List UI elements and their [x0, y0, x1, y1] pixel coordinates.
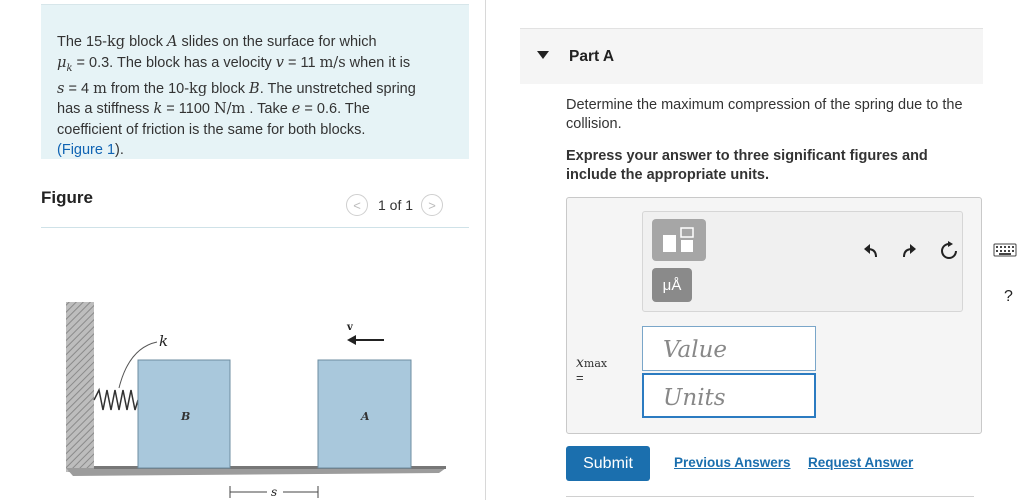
redo-button[interactable] — [899, 241, 919, 261]
keyboard-button[interactable] — [992, 242, 1018, 258]
chevron-right-icon: > — [428, 197, 436, 213]
collapse-caret-icon — [537, 51, 549, 59]
problem-text: The 15-kg block A slides on the surface … — [57, 34, 416, 159]
units-symbol-button[interactable]: μÅ — [652, 268, 692, 302]
units-input[interactable]: Units — [642, 373, 816, 418]
chevron-left-icon: < — [353, 197, 361, 213]
prev-figure-button[interactable]: < — [346, 194, 368, 216]
figure-separator — [41, 227, 469, 228]
undo-button[interactable] — [861, 241, 881, 261]
velocity-arrow-head — [347, 335, 356, 345]
undo-icon — [864, 244, 877, 258]
section-bottom-border — [566, 496, 974, 497]
reset-button[interactable] — [938, 240, 960, 262]
submit-button[interactable]: Submit — [566, 446, 650, 481]
mu-angstrom-icon: μÅ — [662, 276, 682, 294]
help-button[interactable]: ? — [1004, 288, 1013, 306]
part-a-header[interactable]: Part A — [520, 28, 983, 84]
spring — [93, 387, 139, 411]
wall — [66, 302, 94, 472]
templates-button[interactable] — [652, 219, 706, 261]
figure-pager: < 1 of 1 > — [346, 193, 444, 217]
figure-page-indicator: 1 of 1 — [378, 197, 414, 213]
block-a-label: A — [360, 410, 370, 423]
value-input[interactable]: Value — [642, 326, 816, 371]
question-text: Determine the maximum compression of the… — [566, 97, 963, 132]
part-title: Part A — [569, 48, 615, 65]
block-b-label: B — [180, 410, 190, 423]
next-figure-button[interactable]: > — [421, 194, 444, 216]
templates-icon — [663, 227, 694, 252]
figure-image: k B A v s — [66, 302, 446, 499]
math-toolbar: μÅ ? — [642, 211, 1017, 312]
instruction-text: Express your answer to three significant… — [566, 148, 928, 183]
panel-divider — [485, 0, 486, 500]
distance-label: s — [271, 485, 277, 499]
keyboard-icon — [993, 243, 1017, 257]
answer-box: μÅ ? xmax = Value Units — [566, 197, 1017, 434]
redo-icon — [903, 244, 916, 258]
spring-label: k — [159, 332, 168, 350]
figure-heading: Figure — [41, 188, 93, 207]
request-answer-link[interactable]: Request Answer — [808, 455, 913, 470]
problem-statement: The 15-kg block A slides on the surface … — [41, 4, 469, 159]
variable-label: xmax = — [576, 355, 608, 385]
velocity-label: v — [346, 322, 354, 333]
ground — [66, 468, 446, 476]
figure-1-link[interactable]: Figure 1 — [62, 142, 115, 158]
reset-icon — [941, 241, 957, 259]
previous-answers-link[interactable]: Previous Answers — [674, 455, 791, 470]
